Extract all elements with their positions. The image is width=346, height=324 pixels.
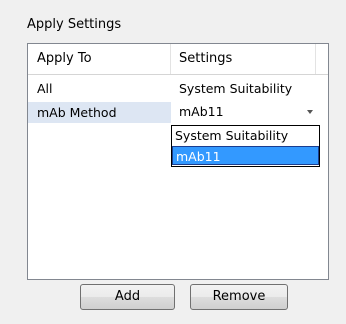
chevron-down-icon[interactable] — [307, 110, 313, 114]
settings-combobox[interactable]: mAb11 — [171, 102, 321, 123]
settings-combobox-value: mAb11 — [179, 104, 224, 119]
dropdown-option-system-suitability[interactable]: System Suitability — [172, 126, 319, 145]
apply-to-cell[interactable]: All — [28, 78, 171, 99]
dropdown-option-mab11[interactable]: mAb11 — [172, 146, 319, 165]
table-row[interactable]: mAb Method mAb11 — [28, 102, 328, 123]
column-header-settings[interactable]: Settings — [171, 44, 316, 74]
add-button[interactable]: Add — [80, 284, 175, 310]
column-header-apply-to[interactable]: Apply To — [28, 44, 171, 74]
settings-cell[interactable]: System Suitability — [171, 78, 316, 99]
settings-dropdown-list[interactable]: System Suitability mAb11 — [171, 125, 320, 167]
column-header-filler — [316, 44, 328, 74]
grid-header: Apply To Settings — [28, 44, 328, 75]
group-title: Apply Settings — [27, 17, 122, 32]
apply-to-cell[interactable]: mAb Method — [28, 102, 171, 123]
table-row[interactable]: All System Suitability — [28, 78, 328, 99]
remove-button[interactable]: Remove — [190, 284, 288, 310]
apply-settings-panel: Apply Settings Apply To Settings All Sys… — [0, 0, 346, 324]
